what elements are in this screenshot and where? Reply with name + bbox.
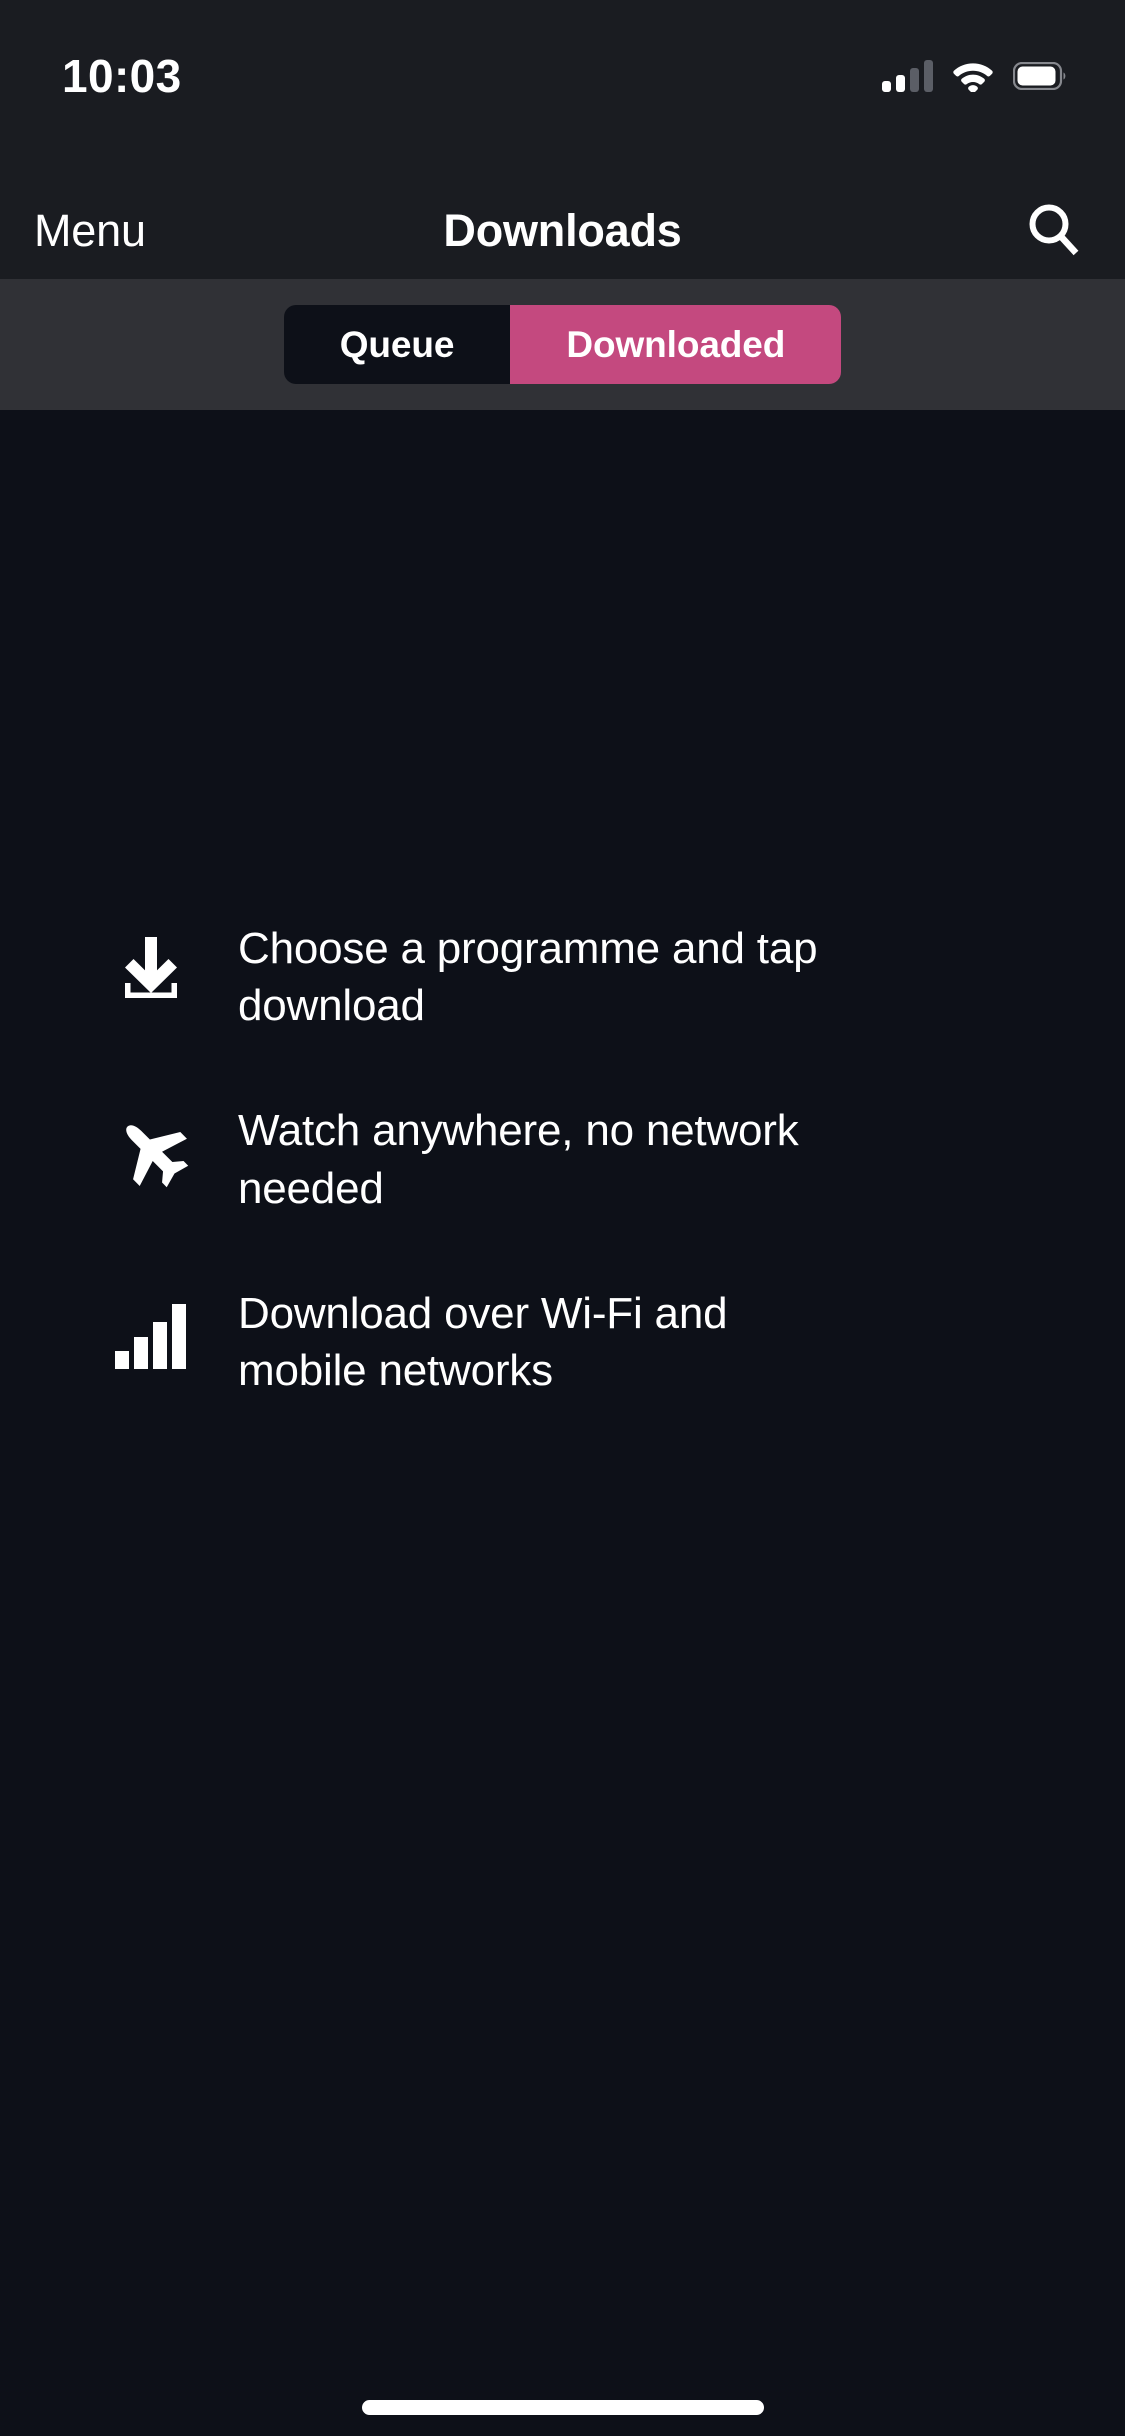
feature-text: Choose a programme and tap download [238,924,818,1031]
feature-text: Watch anywhere, no network needed [238,1106,799,1213]
nav-bar-spacer [0,132,1125,182]
page-title: Downloads [443,204,682,256]
nav-bar: Menu Downloads [0,182,1125,279]
download-arrow-icon [112,920,194,1020]
feature-item-networks: Download over Wi-Fi and mobile networks [0,1285,1125,1399]
search-icon [1025,202,1083,260]
tab-downloaded[interactable]: Downloaded [510,305,842,384]
status-bar: 10:03 [0,0,1125,132]
wifi-icon [952,60,994,92]
feature-text: Download over Wi-Fi and mobile networks [238,1288,728,1395]
menu-button[interactable]: Menu [34,205,146,257]
tab-bar: Queue Downloaded [0,279,1125,410]
downloaded-empty-state: Choose a programme and tap download Watc… [0,410,1125,2436]
feature-list: Choose a programme and tap download Watc… [0,920,1125,1399]
battery-icon [1013,62,1067,90]
feature-item-download: Choose a programme and tap download [0,920,1125,1034]
segmented-control: Queue Downloaded [283,305,842,384]
tab-queue[interactable]: Queue [283,305,511,384]
app-screen: 10:03 Menu Downloads Queue Downloaded Ch… [0,0,1125,2436]
feature-item-offline: Watch anywhere, no network needed [0,1102,1125,1216]
status-bar-time: 10:03 [62,50,182,102]
status-bar-indicators [882,60,1067,92]
signal-bars-icon [112,1285,194,1385]
airplane-icon [112,1102,194,1202]
home-indicator[interactable] [361,2400,764,2415]
cellular-signal-icon [882,60,933,92]
search-button[interactable] [1023,200,1085,262]
